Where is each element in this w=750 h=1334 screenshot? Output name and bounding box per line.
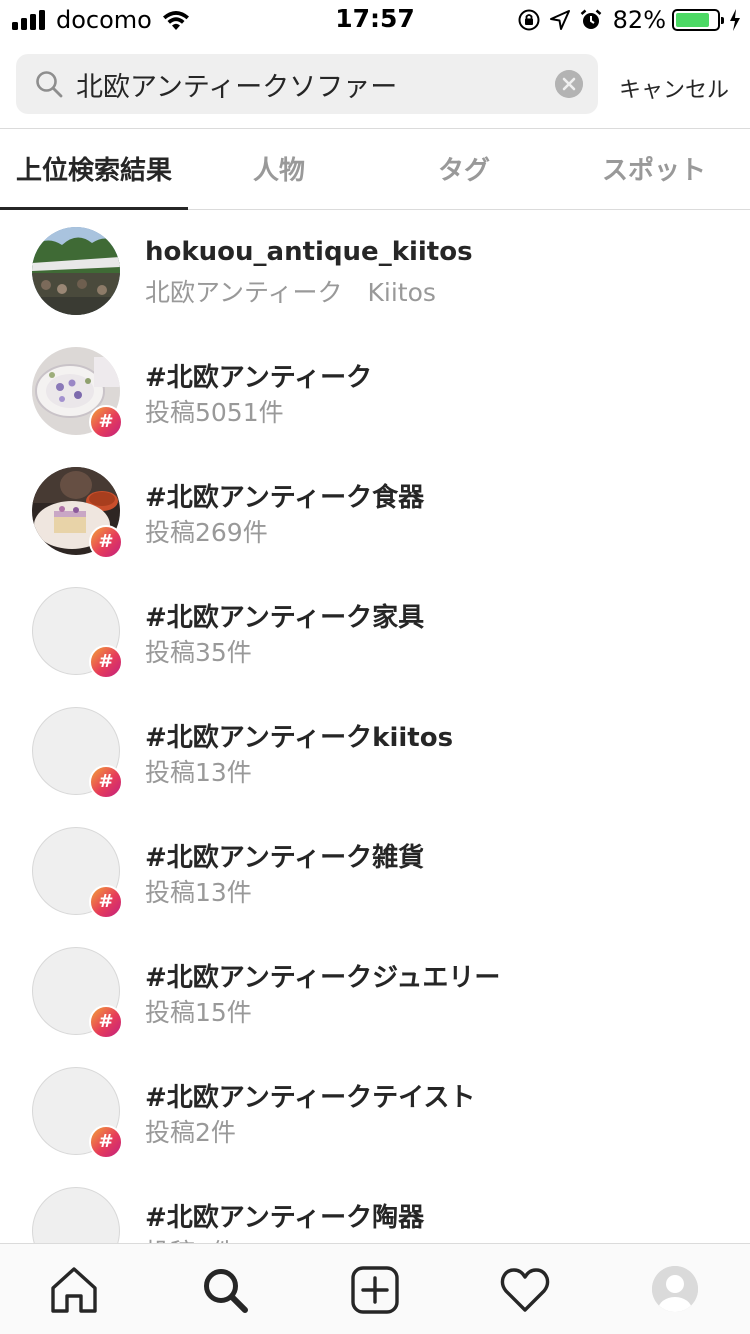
result-row-hashtag[interactable]: # #北欧アンティークジュエリー 投稿15件 <box>0 947 750 1067</box>
divider <box>0 128 750 129</box>
result-row-hashtag[interactable]: # #北欧アンティークkiitos 投稿13件 <box>0 707 750 827</box>
tab-people[interactable]: 人物 <box>188 150 370 190</box>
status-bar: docomo 17:57 82% <box>0 0 750 40</box>
result-subtitle: 投稿35件 <box>145 638 252 667</box>
hashtag-badge: # <box>89 405 123 439</box>
result-subtitle: 投稿13件 <box>145 878 252 907</box>
battery-level-fill <box>676 13 709 27</box>
charging-icon <box>730 9 740 31</box>
user-avatar <box>32 227 120 315</box>
result-title: #北欧アンティーク食器 <box>145 483 425 513</box>
search-bar[interactable] <box>16 54 598 114</box>
result-title: #北欧アンティークテイスト <box>145 1083 476 1113</box>
search-icon[interactable] <box>199 1264 251 1316</box>
tab-tags[interactable]: タグ <box>370 150 558 190</box>
result-subtitle: 投稿269件 <box>145 518 268 547</box>
hashtag-badge: # <box>89 645 123 679</box>
result-title: #北欧アンティークジュエリー <box>145 963 501 993</box>
tab-top[interactable]: 上位検索結果 <box>0 150 188 190</box>
result-row-hashtag[interactable]: # #北欧アンティーク家具 投稿35件 <box>0 587 750 707</box>
result-title: #北欧アンティーク <box>145 363 373 393</box>
result-row-hashtag[interactable]: # #北欧アンティーク 投稿5051件 <box>0 347 750 467</box>
result-title: hokuou_antique_kiitos <box>145 237 473 267</box>
battery-percent: 82% <box>612 6 666 34</box>
result-title: #北欧アンティーク雑貨 <box>145 843 425 873</box>
result-row-hashtag[interactable]: # #北欧アンティークテイスト 投稿2件 <box>0 1067 750 1187</box>
result-row-hashtag[interactable]: # #北欧アンティーク食器 投稿269件 <box>0 467 750 587</box>
orientation-lock-icon <box>518 9 540 31</box>
active-tab-indicator <box>0 207 188 210</box>
location-icon <box>549 10 570 30</box>
hashtag-badge: # <box>89 885 123 919</box>
search-input[interactable] <box>76 63 546 105</box>
new-post-icon[interactable] <box>349 1264 401 1316</box>
result-row-hashtag[interactable]: # #北欧アンティーク雑貨 投稿13件 <box>0 827 750 947</box>
hashtag-badge: # <box>89 1005 123 1039</box>
result-subtitle: 投稿2件 <box>145 1118 236 1147</box>
result-title: #北欧アンティーク陶器 <box>145 1203 425 1233</box>
cancel-button[interactable]: キャンセル <box>612 72 736 104</box>
tab-places[interactable]: スポット <box>558 150 750 190</box>
bottom-navigation <box>0 1243 750 1334</box>
result-row-user[interactable]: hokuou_antique_kiitos 北欧アンティーク Kiitos <box>0 227 750 347</box>
activity-heart-icon[interactable] <box>499 1264 551 1316</box>
result-title: #北欧アンティーク家具 <box>145 603 425 633</box>
search-icon <box>36 71 63 98</box>
result-subtitle: 投稿13件 <box>145 758 252 787</box>
battery-icon <box>672 9 724 31</box>
profile-avatar[interactable] <box>652 1266 698 1312</box>
result-subtitle: 北欧アンティーク Kiitos <box>145 278 436 307</box>
result-subtitle: 投稿15件 <box>145 998 252 1027</box>
hashtag-badge: # <box>89 765 123 799</box>
result-subtitle: 投稿5051件 <box>145 398 284 427</box>
home-icon[interactable] <box>48 1264 100 1316</box>
clear-search-icon[interactable] <box>555 70 583 98</box>
alarm-icon <box>580 9 601 29</box>
hashtag-badge: # <box>89 525 123 559</box>
result-title: #北欧アンティークkiitos <box>145 723 454 753</box>
hashtag-badge: # <box>89 1125 123 1159</box>
